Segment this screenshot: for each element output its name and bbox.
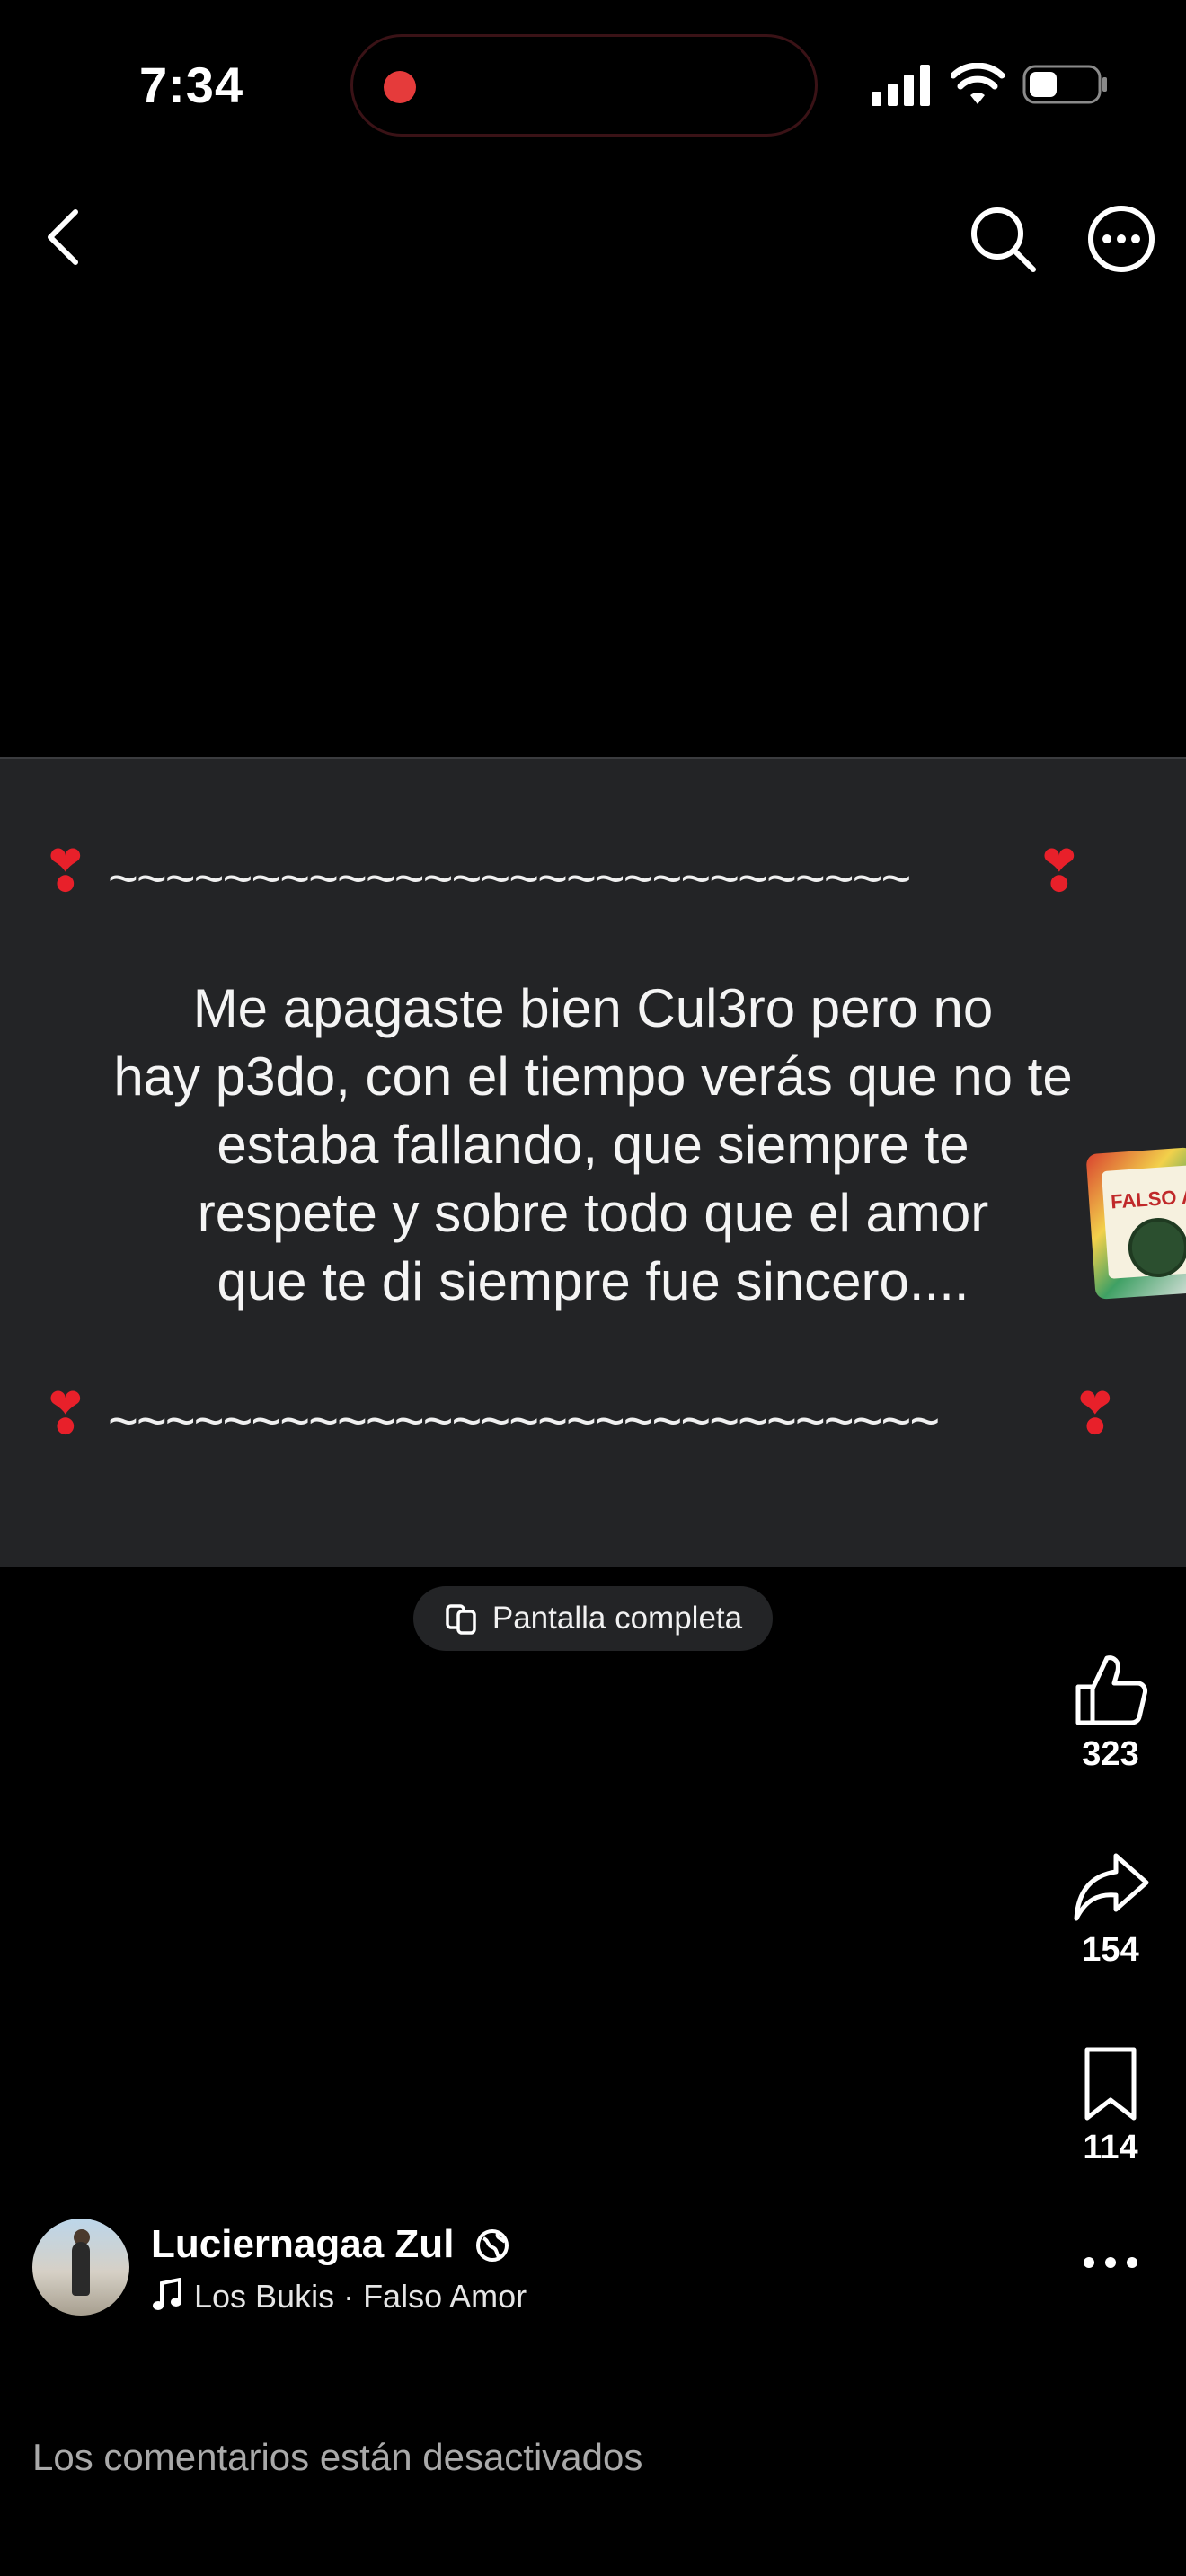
heart-exclamation-icon: ❣: [41, 1381, 90, 1446]
fullscreen-label: Pantalla completa: [491, 1601, 743, 1636]
heart-exclamation-icon: ❣: [1071, 1381, 1120, 1446]
status-time: 7:34: [139, 57, 244, 113]
comments-disabled-notice: Los comentarios están desactivados: [32, 2436, 643, 2478]
back-chevron-icon[interactable]: [36, 205, 90, 269]
recording-dot-icon: [384, 71, 416, 103]
cellular-signal-icon: [872, 65, 930, 106]
avatar[interactable]: [32, 2219, 129, 2316]
more-options-icon[interactable]: [1085, 203, 1157, 275]
share-button[interactable]: 154: [1060, 1847, 1161, 1970]
battery-icon: [1022, 65, 1107, 104]
music-album-sticker[interactable]: FALSO AMOR: [1085, 1147, 1186, 1300]
decorative-tilde-line: ~~~~~~~~~~~~~~~~~~~~~~~~~~~~~: [108, 1392, 940, 1451]
post-text-line: estaba fallando, que siempre te: [217, 1115, 969, 1175]
decorative-tilde-line: ~~~~~~~~~~~~~~~~~~~~~~~~~~~~: [108, 850, 911, 908]
share-count: 154: [1082, 1931, 1139, 1969]
author-name[interactable]: Luciernagaa Zul: [151, 2222, 454, 2267]
share-arrow-icon: [1074, 1853, 1149, 1921]
bookmark-icon: [1084, 2047, 1137, 2121]
post-text-line: respete y sobre todo que el amor: [197, 1183, 989, 1243]
post-text-line: Me apagaste bien Cul3ro pero no: [192, 978, 994, 1038]
post-text: Me apagaste bien Cul3ro pero no hay p3do…: [63, 975, 1123, 1316]
save-button[interactable]: 114: [1060, 2044, 1161, 2167]
dynamic-island: [350, 34, 818, 137]
like-count: 323: [1082, 1735, 1139, 1773]
search-icon[interactable]: [967, 203, 1039, 275]
save-count: 114: [1083, 2129, 1138, 2166]
song-info[interactable]: Los Bukis · Falso Amor: [194, 2278, 527, 2316]
post-text-line: que te di siempre fue sincero....: [217, 1251, 969, 1311]
like-button[interactable]: 323: [1060, 1651, 1161, 1774]
globe-icon: [476, 2229, 509, 2262]
thumbs-up-icon: [1075, 1655, 1147, 1725]
heart-exclamation-icon: ❣: [1035, 839, 1084, 904]
album-disc-icon: [1126, 1215, 1186, 1280]
album-title: FALSO AMOR: [1110, 1181, 1186, 1213]
fullscreen-icon: [446, 1604, 476, 1635]
post-text-line: hay p3do, con el tiempo verás que no te: [113, 1046, 1073, 1107]
post-text-card[interactable]: ❣ ~~~~~~~~~~~~~~~~~~~~~~~~~~~~ ❣ Me apag…: [0, 757, 1186, 1567]
more-horizontal-icon[interactable]: [1075, 2240, 1146, 2285]
status-bar: 7:34: [0, 0, 1186, 171]
wifi-icon: [951, 63, 1005, 104]
fullscreen-button[interactable]: Pantalla completa: [413, 1586, 773, 1651]
music-note-icon: [153, 2278, 181, 2310]
heart-exclamation-icon: ❣: [41, 839, 90, 904]
